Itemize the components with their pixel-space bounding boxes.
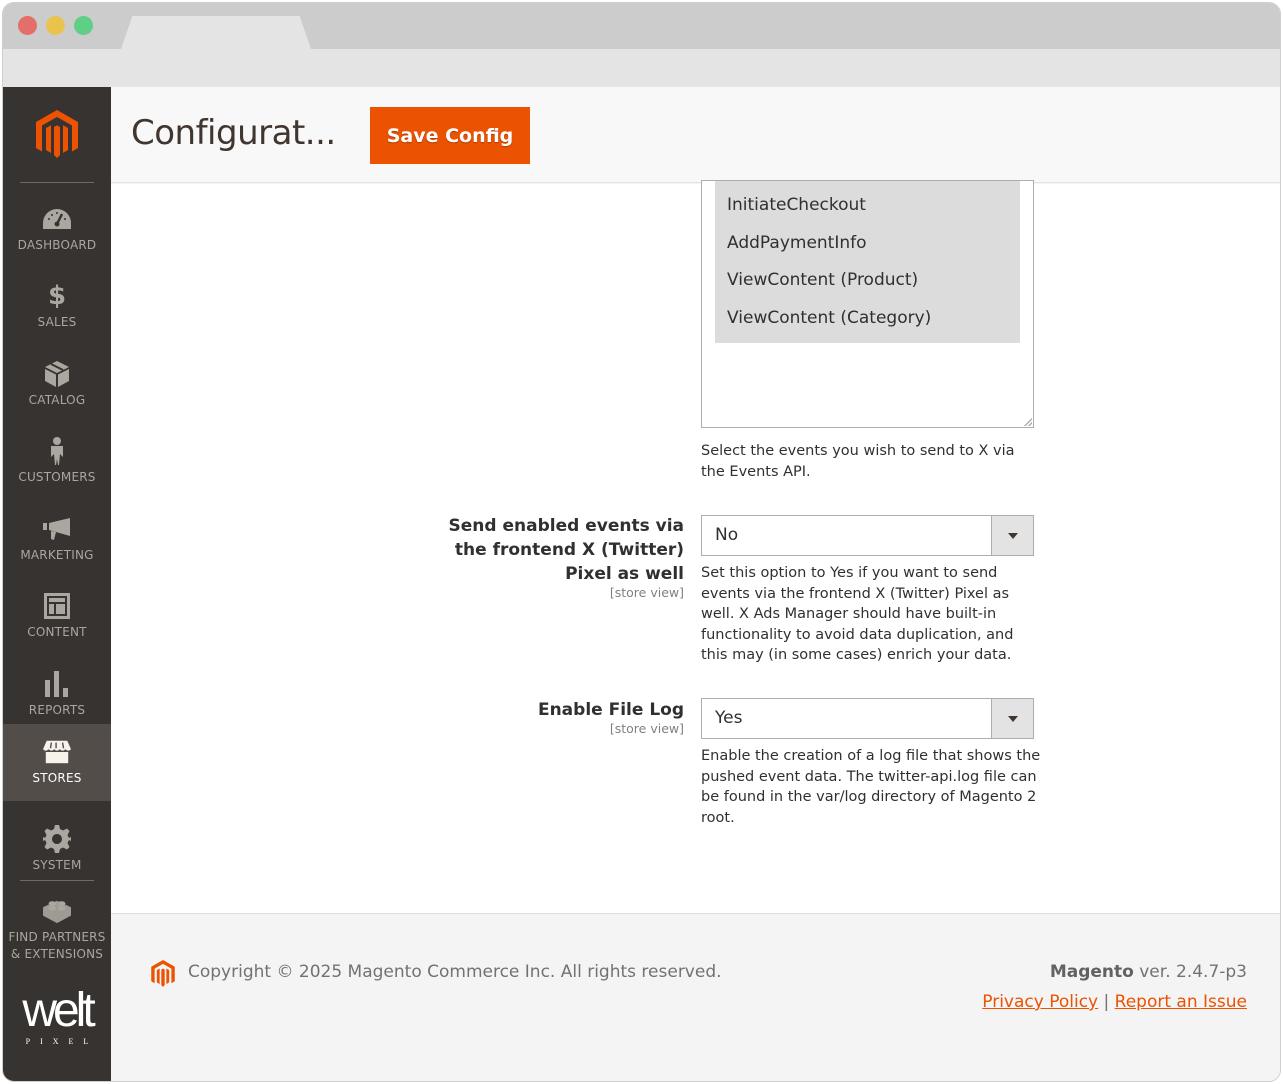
sidebar-item-marketing[interactable]: MARKETING [3,501,111,578]
multiselect-option[interactable]: InitiateCheckout [727,195,866,215]
events-field-note: Select the events you wish to send to X … [701,443,1015,480]
selected-options-highlight: InitiateCheckout AddPaymentInfo ViewCont… [715,181,1020,343]
chevron-down-icon [1007,715,1018,722]
version-number: ver. 2.4.7-p3 [1133,962,1247,982]
dropdown-toggle[interactable] [991,516,1033,555]
browser-toolbar [3,49,1280,89]
sidebar-item-label: CATALOG [28,393,86,407]
sidebar-item-label: CUSTOMERS [18,470,96,484]
sidebar-item-label: MARKETING [20,548,94,562]
maximize-window-button[interactable] [74,16,93,35]
lego-brick-icon [43,897,71,925]
box-icon [43,360,71,388]
frontend-pixel-scope: [store view] [609,585,684,600]
sidebar-item-label: STORES [32,771,82,785]
sidebar-item-label: SYSTEM [32,858,82,872]
link-separator: | [1103,992,1110,1012]
multiselect-option[interactable]: ViewContent (Product) [727,270,918,290]
frontend-pixel-label: Send enabled events via the frontend X (… [448,516,684,584]
sidebar-item-customers[interactable]: CUSTOMERS [3,423,111,500]
file-log-note: Enable the creation of a log file that s… [701,748,1041,826]
title-bar [3,3,1280,49]
weltpixel-logo-subtitle: PIXEL [25,1037,99,1046]
sidebar-item-label: SALES [37,315,77,329]
gear-icon [43,825,71,853]
resize-handle[interactable] [1024,418,1032,426]
sidebar-item-system[interactable]: SYSTEM [3,811,111,888]
privacy-policy-link[interactable]: Privacy Policy [982,992,1098,1012]
page-header: Configurat... Save Config [111,87,1280,183]
sidebar-item-label: DASHBOARD [17,238,97,252]
select-value: No [715,525,739,545]
chevron-down-icon [1007,532,1018,539]
browser-tab[interactable] [121,16,311,49]
multiselect-option[interactable]: ViewContent (Category) [727,308,931,328]
sidebar-item-sales[interactable]: $ SALES [3,268,111,345]
footer-links: Privacy Policy | Report an Issue [982,992,1247,1012]
dropdown-toggle[interactable] [991,699,1033,738]
sidebar-item-dashboard[interactable]: DASHBOARD [3,191,111,268]
save-config-button[interactable]: Save Config [370,107,530,164]
magento-logo[interactable] [3,87,111,182]
version-info: Magento ver. 2.4.7-p3 [1050,962,1247,982]
sidebar-item-catalog[interactable]: CATALOG [3,346,111,423]
bar-chart-icon [43,670,71,698]
storefront-icon [43,738,71,766]
file-log-label: Enable File Log [537,700,684,720]
admin-sidebar: DASHBOARD $ SALES CATALOG CUSTOMERS MARK… [3,87,111,1081]
page-footer: Copyright © 2025 Magento Commerce Inc. A… [111,913,1280,1081]
close-window-button[interactable] [18,16,37,35]
layout-icon [43,592,71,620]
sidebar-item-label: REPORTS [28,703,86,717]
copyright-text: Copyright © 2025 Magento Commerce Inc. A… [188,962,722,982]
magento-logo-icon [36,109,78,158]
magento-logo-icon [151,960,175,992]
sidebar-item-reports[interactable]: REPORTS [3,656,111,733]
browser-window: DASHBOARD $ SALES CATALOG CUSTOMERS MARK… [2,2,1281,1082]
sidebar-item-find-partners[interactable]: FIND PARTNERS & EXTENSIONS [3,887,111,972]
frontend-pixel-note: Set this option to Yes if you want to se… [701,565,1014,663]
dollar-icon: $ [47,281,67,311]
select-value: Yes [715,708,743,728]
dashboard-gauge-icon [43,205,71,233]
sidebar-item-content[interactable]: CONTENT [3,578,111,655]
config-form: InitiateCheckout AddPaymentInfo ViewCont… [111,180,1280,913]
weltpixel-logo-wordmark: welt [22,984,95,1037]
sidebar-item-label: CONTENT [27,625,87,639]
events-multiselect[interactable]: InitiateCheckout AddPaymentInfo ViewCont… [701,180,1034,428]
file-log-select[interactable]: Yes [701,698,1034,739]
version-brand: Magento [1049,962,1134,982]
frontend-pixel-select[interactable]: No [701,515,1034,556]
file-log-scope: [store view] [609,721,684,736]
megaphone-icon [43,515,71,543]
minimize-window-button[interactable] [46,16,65,35]
sidebar-item-label: FIND PARTNERS & EXTENSIONS [8,929,106,961]
sidebar-item-stores[interactable]: STORES [3,724,111,801]
sidebar-divider [20,182,94,183]
sidebar-divider [20,880,94,881]
page-title: Configurat... [131,113,336,153]
weltpixel-logo: welt PIXEL [3,984,111,1047]
person-icon [43,437,71,465]
multiselect-option[interactable]: AddPaymentInfo [727,233,867,253]
report-issue-link[interactable]: Report an Issue [1115,992,1247,1012]
